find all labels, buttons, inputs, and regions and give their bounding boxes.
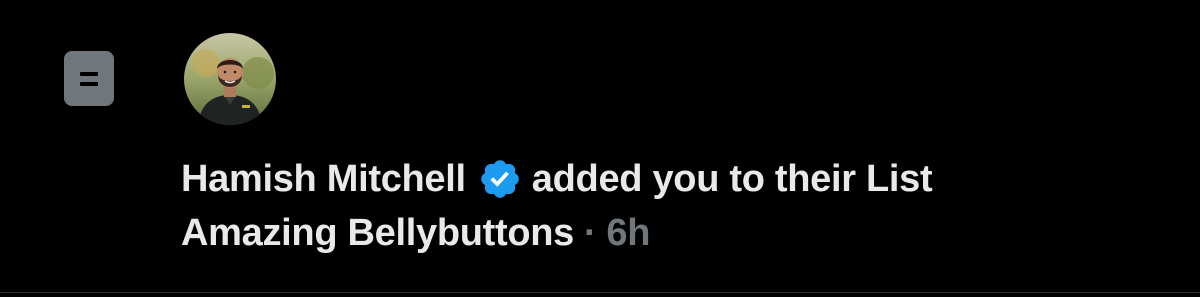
user-name[interactable]: Hamish Mitchell bbox=[181, 152, 466, 206]
divider bbox=[0, 292, 1200, 293]
timestamp[interactable]: 6h bbox=[606, 206, 650, 260]
action-text: added you to their List bbox=[531, 158, 933, 200]
notification-item[interactable]: Hamish Mitchell added you to their List … bbox=[0, 0, 1200, 292]
verified-badge-icon bbox=[478, 157, 522, 201]
list-name-link[interactable]: Amazing Bellybuttons bbox=[181, 206, 574, 260]
separator-dot: · bbox=[584, 212, 597, 254]
avatar[interactable] bbox=[184, 33, 276, 125]
list-icon bbox=[64, 51, 114, 106]
notification-text: Hamish Mitchell added you to their List … bbox=[181, 152, 933, 260]
